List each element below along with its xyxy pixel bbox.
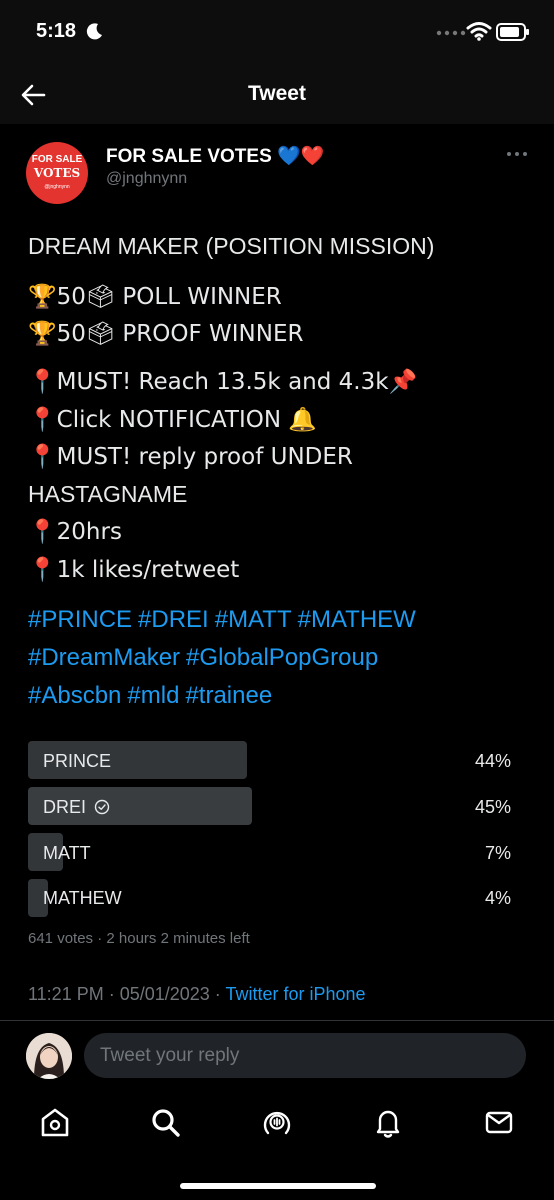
tweet-text-line: DREAM MAKER (POSITION MISSION) xyxy=(28,233,435,259)
page-title: Tweet xyxy=(248,82,306,105)
avatar-text-top: FOR SALE xyxy=(31,154,83,165)
user-avatar-image xyxy=(26,1033,72,1079)
tweet-time-date: 11:21 PM · 05/01/2023 · xyxy=(28,984,226,1004)
poll-option-label: DREI xyxy=(43,797,87,817)
signal-dots-icon xyxy=(436,30,466,36)
poll-option-label: PRINCE xyxy=(43,751,112,771)
check-circle-icon xyxy=(94,799,110,815)
wifi-icon xyxy=(466,22,492,41)
tweet-text-line: 📍Click NOTIFICATION 🔔 xyxy=(28,407,318,433)
hashtag-link[interactable]: #Abscbn xyxy=(28,682,121,709)
poll-option-label: MATHEW xyxy=(43,888,122,908)
hashtag-link[interactable]: #mld xyxy=(127,682,179,709)
hashtag-link[interactable]: #trainee xyxy=(185,682,272,709)
poll-option-percent: 44% xyxy=(474,751,511,771)
poll-option-label: MATT xyxy=(43,843,91,863)
tweet-timestamp: 11:21 PM · 05/01/2023 · Twitter for iPho… xyxy=(28,984,366,1005)
tweet-source-link[interactable]: Twitter for iPhone xyxy=(225,984,365,1004)
hashtag-link[interactable]: #GlobalPopGroup xyxy=(186,644,378,671)
author-handle[interactable]: @jnghnynn xyxy=(106,170,187,188)
home-indicator xyxy=(180,1183,376,1189)
tweet-text-line: 📍20hrs xyxy=(28,519,122,545)
poll-option-percent: 4% xyxy=(484,888,511,908)
poll-option-percent: 7% xyxy=(484,843,511,863)
hashtag-link[interactable]: #DreamMaker xyxy=(28,644,180,671)
author-display-name[interactable]: FOR SALE VOTES 💙❤️ xyxy=(106,144,324,168)
hashtag-link[interactable]: #MATT xyxy=(215,606,292,633)
status-time: 5:18 xyxy=(36,20,77,42)
hashtag-block: #PRINCE #DREI #MATT #MATHEW #DreamMaker #Glo… xyxy=(28,601,528,715)
reply-input[interactable] xyxy=(84,1033,526,1078)
tweet-text-line: 📍MUST! reply proof UNDER xyxy=(28,444,353,470)
tweet-text-line: 📍1k likes/retweet xyxy=(28,557,240,583)
hashtag-link[interactable]: #PRINCE xyxy=(28,606,132,633)
poll-option-percent: 45% xyxy=(474,797,511,817)
divider xyxy=(0,1020,554,1021)
moon-icon xyxy=(86,23,102,40)
messages-icon[interactable] xyxy=(481,1104,517,1140)
author-avatar[interactable]: FOR SALE VOTES @jnghnynn xyxy=(26,142,88,204)
tweet-text-line: 🏆50🗳 POLL WINNER xyxy=(28,284,282,310)
tweet-text-line: HASTAGNAME xyxy=(28,481,188,507)
home-icon[interactable] xyxy=(37,1104,73,1140)
avatar-text-main: VOTES xyxy=(33,166,81,180)
search-icon[interactable] xyxy=(147,1104,183,1140)
user-avatar[interactable] xyxy=(26,1033,72,1079)
poll-option-drei: DREI xyxy=(43,797,110,818)
more-options-icon[interactable] xyxy=(505,146,529,162)
tweet-text-line: 📍MUST! Reach 13.5k and 4.3k📌 xyxy=(28,369,418,395)
hashtag-link[interactable]: #MATHEW xyxy=(298,606,416,633)
hashtag-link[interactable]: #DREI xyxy=(138,606,209,633)
poll-meta: 641 votes · 2 hours 2 minutes left xyxy=(28,930,250,947)
notifications-icon[interactable] xyxy=(370,1104,406,1140)
battery-icon xyxy=(496,23,529,41)
spaces-icon[interactable] xyxy=(259,1104,295,1140)
tweet-text-line: 🏆50🗳 PROOF WINNER xyxy=(28,321,304,347)
avatar-text-sub: @jnghnynn xyxy=(44,184,70,190)
